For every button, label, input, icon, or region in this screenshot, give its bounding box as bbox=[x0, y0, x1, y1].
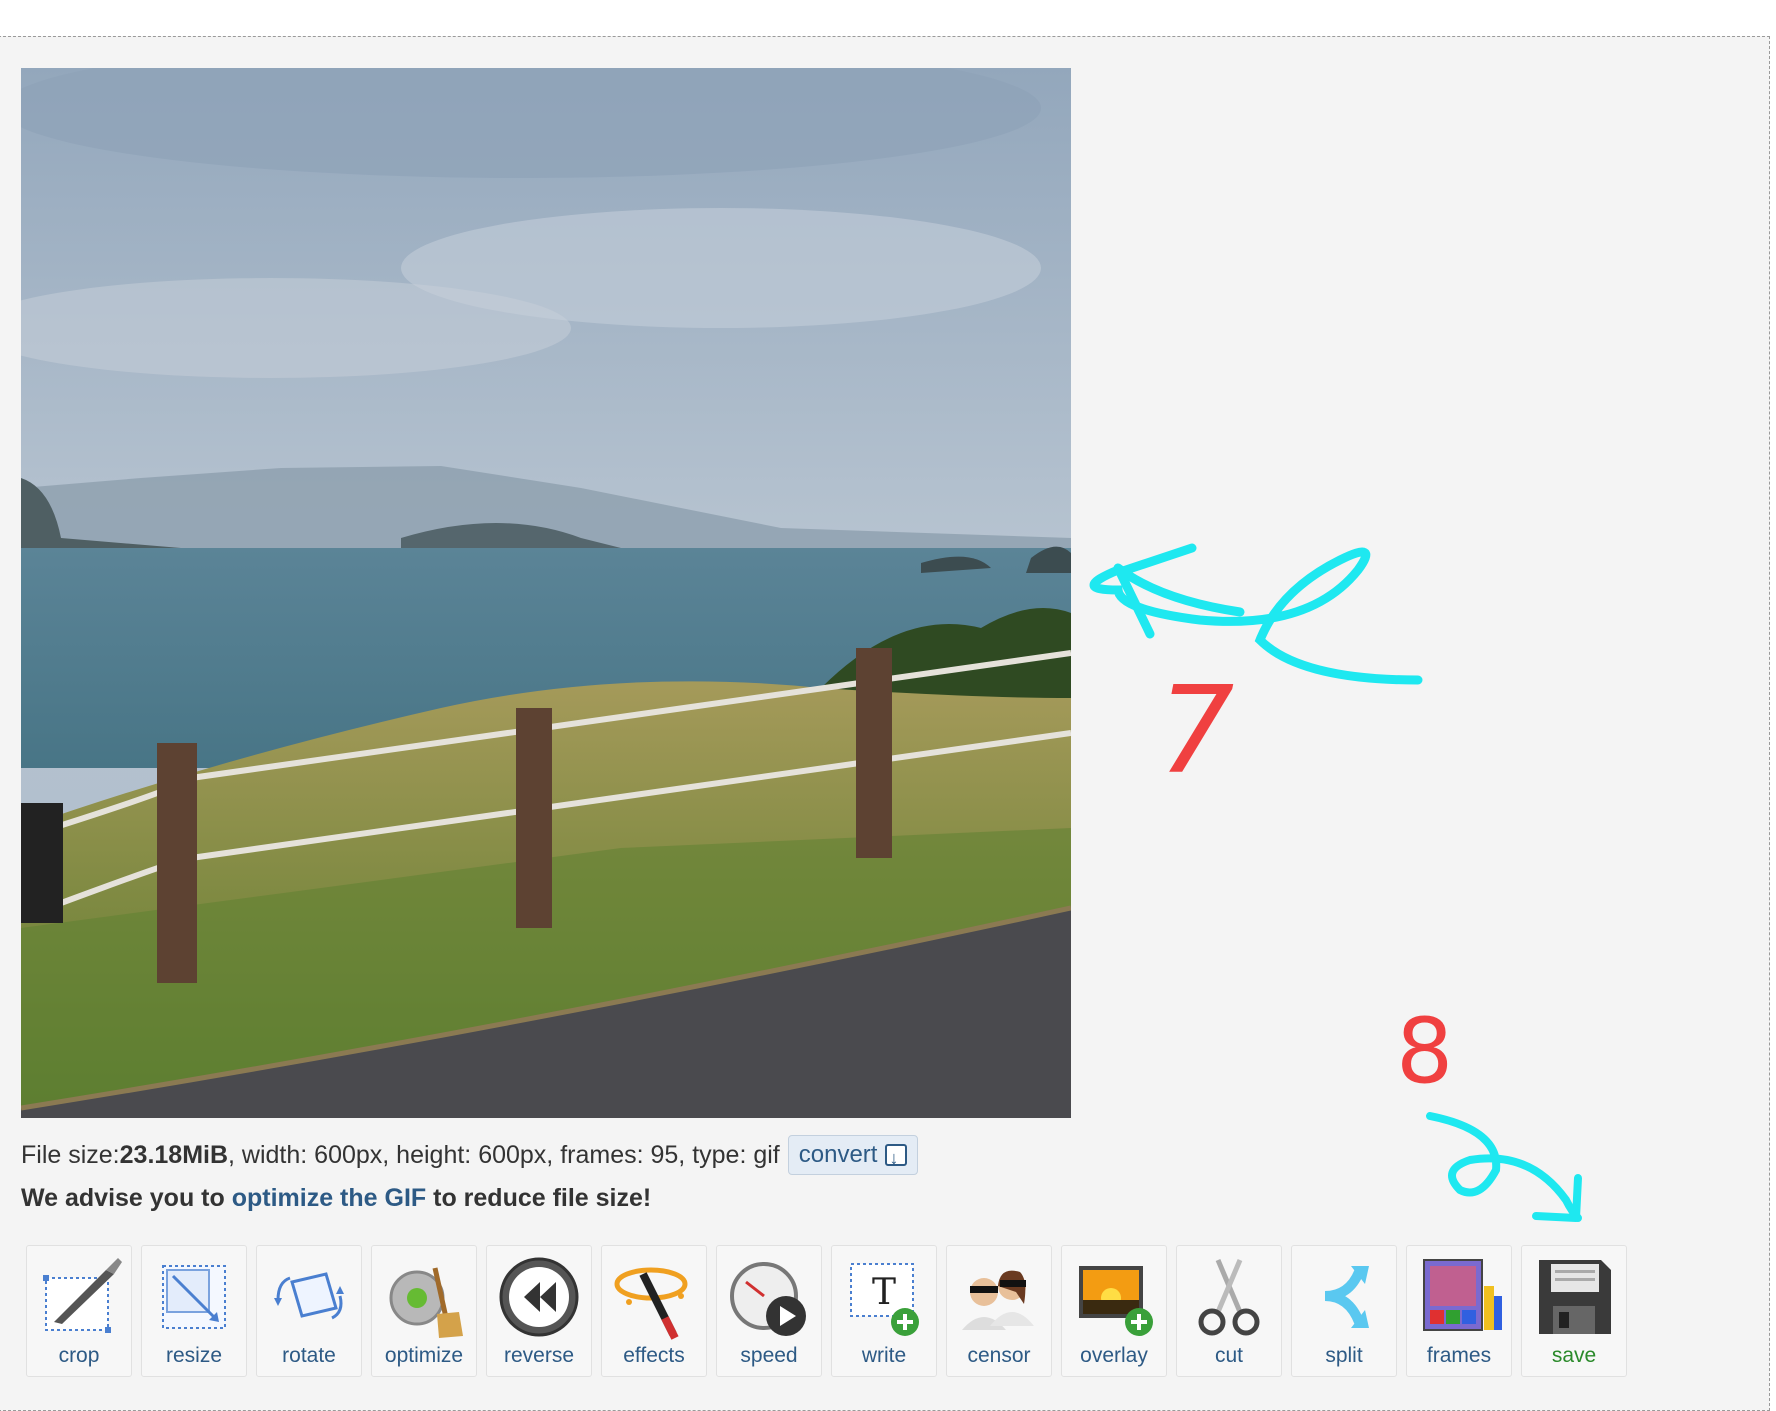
rotate-icon bbox=[274, 1272, 344, 1320]
tool-censor[interactable]: censor bbox=[946, 1245, 1052, 1377]
tool-label: write bbox=[861, 1344, 907, 1367]
tool-label: crop bbox=[58, 1344, 100, 1367]
tool-label: reverse bbox=[503, 1344, 575, 1367]
download-icon bbox=[885, 1140, 908, 1176]
convert-label: convert bbox=[798, 1141, 878, 1168]
tool-split[interactable]: split bbox=[1291, 1245, 1397, 1377]
tool-effects[interactable]: effects bbox=[601, 1245, 707, 1377]
tool-label: overlay bbox=[1080, 1344, 1148, 1367]
censor-icon bbox=[962, 1270, 1034, 1330]
file-dimensions: , width: 600px, height: 600px, frames: 9… bbox=[228, 1141, 780, 1169]
tool-resize[interactable]: resize bbox=[141, 1245, 247, 1377]
tool-overlay[interactable]: overlay bbox=[1061, 1245, 1167, 1377]
file-size-prefix: File size: bbox=[21, 1141, 120, 1169]
speed-icon bbox=[730, 1262, 806, 1336]
crop-icon bbox=[43, 1258, 122, 1333]
tool-write[interactable]: T write bbox=[831, 1245, 937, 1377]
split-icon bbox=[1324, 1266, 1369, 1328]
tool-label: optimize bbox=[384, 1344, 464, 1367]
tool-speed[interactable]: speed bbox=[716, 1245, 822, 1377]
resize-icon bbox=[162, 1265, 226, 1329]
advice-text-before: We advise you to bbox=[21, 1184, 232, 1212]
file-size-value: 23.18MiB bbox=[119, 1141, 229, 1169]
tool-reverse[interactable]: reverse bbox=[486, 1245, 592, 1377]
tool-label: speed bbox=[740, 1344, 798, 1367]
tool-label: save bbox=[1551, 1344, 1597, 1367]
file-info: File size: 23.18MiB, width: 600px, heigh… bbox=[21, 1133, 919, 1177]
svg-text:T: T bbox=[872, 1272, 896, 1313]
overlay-icon bbox=[1079, 1266, 1153, 1336]
tool-crop[interactable]: crop bbox=[26, 1245, 132, 1377]
reverse-icon bbox=[499, 1257, 579, 1337]
tool-label: censor bbox=[967, 1344, 1031, 1367]
tool-label: rotate bbox=[282, 1344, 336, 1367]
tool-label: split bbox=[1325, 1344, 1363, 1367]
tool-bar: crop resize rotate optimize reverse effe… bbox=[26, 1245, 1627, 1377]
write-icon: T bbox=[850, 1263, 919, 1336]
cut-icon bbox=[1198, 1259, 1260, 1336]
optimize-advice: We advise you to optimize the GIF to red… bbox=[21, 1184, 651, 1213]
convert-button[interactable]: convert bbox=[787, 1135, 919, 1176]
tool-optimize[interactable]: optimize bbox=[371, 1245, 477, 1377]
tool-save[interactable]: save bbox=[1521, 1245, 1627, 1377]
tool-rotate[interactable]: rotate bbox=[256, 1245, 362, 1377]
optimize-icon bbox=[389, 1267, 463, 1338]
tool-label: effects bbox=[623, 1344, 685, 1367]
tool-cut[interactable]: cut bbox=[1176, 1245, 1282, 1377]
tool-label: cut bbox=[1214, 1344, 1243, 1367]
save-icon bbox=[1539, 1260, 1611, 1334]
tool-label: frames bbox=[1426, 1344, 1492, 1367]
gif-preview-image bbox=[21, 68, 1071, 1118]
tool-frames[interactable]: frames bbox=[1406, 1245, 1512, 1377]
optimize-gif-link[interactable]: optimize the GIF bbox=[232, 1184, 426, 1212]
effects-icon bbox=[614, 1267, 688, 1340]
tool-label: resize bbox=[165, 1344, 223, 1367]
advice-text-after: to reduce file size! bbox=[426, 1184, 652, 1212]
frames-icon bbox=[1423, 1259, 1502, 1331]
